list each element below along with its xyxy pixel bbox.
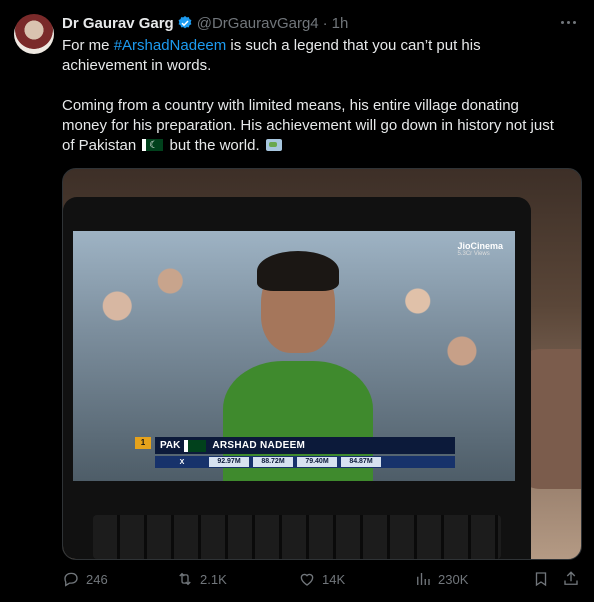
keyboard (93, 515, 501, 559)
like-icon (300, 573, 314, 586)
athlete-name-bar: PAK ARSHAD NADEEM (155, 437, 455, 454)
bookmark-button[interactable] (532, 570, 556, 588)
reply-icon (64, 572, 78, 587)
attempts-bar: X 92.97M 88.72M 79.40M 84.87M (155, 456, 455, 468)
views-button[interactable]: 230K (414, 570, 468, 588)
tweet-text-para2-end: but the world. (165, 137, 264, 154)
laptop: JioCinema 5.3Cr Views 1 PAK ARSHAD NADEE… (63, 197, 531, 559)
author-handle[interactable]: @DrGauravGarg4 (197, 15, 319, 32)
tweet-media-photo[interactable]: JioCinema 5.3Cr Views 1 PAK ARSHAD NADEE… (62, 168, 582, 560)
verified-badge-icon (178, 16, 192, 29)
tweet-actions: 246 2.1K 14K 230K (62, 568, 582, 590)
tweet-header: Dr Gaurav Garg @DrGauravGarg4 · 1h (62, 13, 348, 33)
hashtag-link[interactable]: #ArshadNadeem (114, 37, 227, 54)
world-map-icon (265, 139, 282, 151)
like-button[interactable]: 14K (298, 570, 345, 588)
pakistan-flag-icon (142, 136, 164, 156)
bookmark-icon (535, 572, 547, 587)
share-button[interactable] (562, 570, 586, 588)
tweet-text-line1-start: For me (62, 37, 114, 54)
views-icon (417, 573, 430, 585)
attempt-2: 92.97M (209, 457, 249, 467)
tweet-text: For me #ArshadNadeem is such a legend th… (62, 36, 562, 156)
reply-button[interactable]: 246 (62, 570, 108, 588)
score-overlay: 1 PAK ARSHAD NADEEM X 92.97M 88.72M 79.4… (135, 437, 455, 471)
views-count: 230K (438, 571, 469, 587)
repost-icon (179, 572, 191, 586)
attempt-3: 88.72M (253, 457, 293, 467)
reply-count: 246 (86, 571, 108, 587)
pakistan-flag-icon (184, 439, 207, 452)
laptop-screen: JioCinema 5.3Cr Views 1 PAK ARSHAD NADEE… (73, 231, 515, 481)
athlete-name: ARSHAD NADEEM (212, 440, 306, 451)
attempt-4: 79.40M (297, 457, 337, 467)
broadcaster-views: 5.3Cr Views (457, 251, 490, 257)
attempt-1: X (179, 458, 185, 466)
author-name[interactable]: Dr Gaurav Garg (62, 15, 174, 32)
attempt-5: 84.87M (341, 457, 381, 467)
avatar[interactable] (14, 14, 54, 54)
separator-dot: · (322, 14, 328, 32)
broadcaster-name: JioCinema (457, 241, 503, 251)
country-code: PAK (160, 440, 181, 451)
broadcaster-logo: JioCinema 5.3Cr Views (457, 241, 503, 257)
repost-button[interactable]: 2.1K (176, 570, 227, 588)
share-icon (564, 571, 578, 585)
like-count: 14K (322, 571, 346, 587)
tweet-text-para2: Coming from a country with limited means… (62, 97, 554, 154)
more-icon[interactable] (558, 12, 578, 32)
repost-count: 2.1K (200, 571, 227, 587)
rank-badge: 1 (135, 437, 151, 449)
timestamp[interactable]: 1h (332, 15, 349, 32)
